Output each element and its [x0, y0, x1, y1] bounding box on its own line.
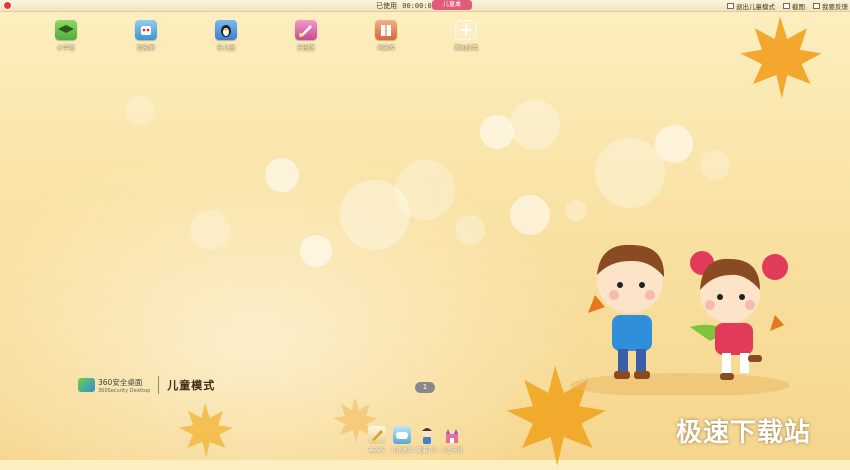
screenshot-label: 截图 — [792, 3, 805, 11]
usage-timer: 已使用 00:00:08 — [376, 1, 436, 11]
watermark: 极速下载站 — [676, 418, 812, 448]
dock-app-health[interactable]: 健康卫士 — [416, 426, 438, 460]
child-mode-title: 儿童模式 — [167, 379, 216, 392]
add-icon — [455, 20, 477, 40]
dock: 画画板 儿童游戏 健康卫士 儿童网址 — [366, 426, 463, 460]
desktop-icon-label: 小学堂 — [56, 45, 75, 52]
feedback-label: 我要反馈 — [822, 3, 848, 11]
app-logo-icon[interactable] — [3, 1, 12, 10]
robot-icon — [135, 20, 157, 40]
penguin-icon — [215, 20, 237, 40]
brand-logo: 360安全桌面 360Security Desktop 儿童模式 — [78, 376, 215, 394]
brand-name: 360安全桌面 — [98, 377, 143, 387]
maple-leaf-icon — [178, 403, 233, 458]
desktop-icon-label: 词典库 — [376, 45, 395, 52]
used-time: 00:00:08 — [402, 2, 436, 10]
top-bar: 已使用 00:00:08 儿童桌 退出儿童模式 截图 我要反馈 — [0, 0, 850, 12]
desktop-icon-label: 乐儿园 — [216, 45, 235, 52]
drawing-icon — [368, 426, 386, 444]
desktop-icon-dictionary[interactable]: 词典库 — [361, 20, 411, 52]
feedback-icon — [813, 3, 820, 9]
maple-leaf-icon — [740, 16, 822, 99]
desktop-icon-label: 智能屏 — [136, 45, 155, 52]
castle-icon — [443, 426, 461, 444]
dock-app-websites[interactable]: 儿童网址 — [441, 426, 463, 460]
dock-app-drawing[interactable]: 画画板 — [366, 426, 388, 460]
screenshot-icon — [783, 3, 790, 9]
dock-app-label: 健康卫士 — [416, 448, 439, 454]
desktop-icon-garden[interactable]: 乐儿园 — [201, 20, 251, 52]
screenshot-button[interactable]: 截图 — [783, 1, 805, 11]
desktop-icon-screen[interactable]: 智能屏 — [121, 20, 171, 52]
desktop-icon-study[interactable]: 小学堂 — [41, 20, 91, 52]
boy-icon — [418, 426, 436, 444]
add-app-label: 添加应用 — [453, 45, 478, 52]
dock-app-label: 儿童网址 — [441, 448, 464, 454]
dock-app-label: 画画板 — [368, 448, 386, 454]
dock-app-label: 儿童游戏 — [391, 448, 414, 454]
used-label: 已使用 — [376, 2, 397, 10]
paint-icon — [295, 20, 317, 40]
add-app-button[interactable]: 添加应用 — [441, 20, 491, 52]
brand-divider — [158, 376, 160, 394]
game-icon — [393, 426, 411, 444]
exit-icon — [727, 3, 734, 9]
children-illustration — [570, 244, 790, 395]
desktop-icon-park[interactable]: 乐园区 — [281, 20, 331, 52]
exit-child-mode-button[interactable]: 退出儿童模式 — [727, 1, 775, 11]
feedback-button[interactable]: 我要反馈 — [813, 1, 848, 11]
exit-child-mode-label: 退出儿童模式 — [736, 3, 775, 11]
desktop-icon-label: 乐园区 — [296, 45, 315, 52]
graduation-cap-icon — [55, 20, 77, 40]
brand-subtitle: 360Security Desktop — [98, 387, 151, 394]
360-logo-icon — [78, 378, 95, 392]
page-indicator[interactable]: 1 — [415, 382, 435, 393]
child-mode-badge[interactable]: 儿童桌 — [432, 0, 472, 10]
dock-app-games[interactable]: 儿童游戏 — [391, 426, 413, 460]
book-icon — [375, 20, 397, 40]
